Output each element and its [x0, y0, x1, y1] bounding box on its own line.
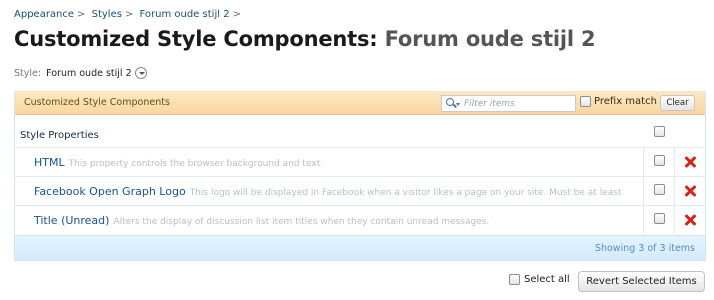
item-checkbox-cell	[643, 177, 675, 205]
panel-header: Customized Style Components Prefix match…	[15, 91, 705, 115]
list-item-text[interactable]: Title (Unread) Alters the display of disc…	[34, 214, 644, 227]
style-selector[interactable]: Style: Forum oude stijl 2	[14, 67, 147, 79]
list-item: Facebook Open Graph Logo This logo will b…	[15, 176, 705, 205]
customized-components-panel: Customized Style Components Prefix match…	[14, 91, 706, 261]
select-all-label: Select all	[524, 274, 570, 285]
section-header: Style Properties	[15, 125, 705, 147]
list-item: HTML This property controls the browser b…	[15, 147, 705, 176]
delete-icon[interactable]	[684, 214, 696, 226]
breadcrumb: Appearance > Styles > Forum oude stijl 2 >	[14, 9, 244, 20]
filter-options-caret-icon[interactable]	[456, 103, 460, 106]
breadcrumb-separator: >	[77, 9, 86, 20]
delete-icon[interactable]	[684, 185, 696, 197]
delete-icon[interactable]	[684, 156, 696, 168]
breadcrumb-separator: >	[232, 9, 241, 20]
item-count: Showing 3 of 3 items	[594, 243, 695, 254]
item-checkbox-cell	[643, 148, 675, 176]
breadcrumb-style-name[interactable]: Forum oude stijl 2	[140, 9, 230, 20]
item-description: This property controls the browser backg…	[68, 159, 324, 169]
style-selector-value[interactable]: Forum oude stijl 2	[46, 68, 132, 79]
list-item: Title (Unread) Alters the display of disc…	[15, 205, 705, 234]
breadcrumb-separator: >	[124, 9, 134, 20]
list-item-text[interactable]: Facebook Open Graph Logo This logo will b…	[34, 185, 644, 198]
breadcrumb-appearance[interactable]: Appearance	[14, 9, 74, 20]
item-description: This logo will be displayed in Facebook …	[189, 188, 622, 198]
clear-filter-button[interactable]: Clear	[660, 95, 695, 111]
panel-title: Customized Style Components	[24, 97, 170, 108]
filter-input[interactable]	[464, 97, 572, 110]
select-all-toggle[interactable]: Select all	[509, 274, 570, 285]
item-checkbox[interactable]	[654, 155, 665, 166]
prefix-match-toggle[interactable]: Prefix match	[580, 96, 657, 107]
page-title-style: Forum oude stijl 2	[384, 27, 596, 51]
item-name[interactable]: HTML	[34, 156, 65, 169]
item-checkbox[interactable]	[654, 213, 665, 224]
breadcrumb-styles[interactable]: Styles	[92, 9, 122, 20]
list-footer: Showing 3 of 3 items	[15, 235, 705, 260]
chevron-down-icon[interactable]	[134, 67, 147, 79]
item-checkbox-cell	[643, 206, 675, 234]
search-icon[interactable]	[446, 98, 454, 106]
prefix-match-label: Prefix match	[594, 96, 657, 107]
item-checkbox[interactable]	[654, 184, 665, 195]
filter-box[interactable]	[441, 95, 576, 112]
item-name[interactable]: Facebook Open Graph Logo	[34, 185, 186, 198]
item-description: Alters the display of discussion list it…	[113, 217, 490, 227]
item-name[interactable]: Title (Unread)	[34, 214, 109, 227]
prefix-match-checkbox[interactable]	[580, 96, 591, 107]
page-title: Customized Style Components: Forum oude …	[14, 27, 596, 51]
revert-selected-button[interactable]: Revert Selected Items	[578, 271, 705, 292]
list-item-text[interactable]: HTML This property controls the browser b…	[34, 156, 644, 169]
style-selector-label: Style:	[14, 67, 42, 79]
section-title: Style Properties	[20, 130, 99, 141]
select-all-checkbox[interactable]	[509, 274, 520, 285]
section-select-checkbox[interactable]	[654, 126, 665, 137]
page-title-main: Customized Style Components:	[14, 27, 378, 51]
